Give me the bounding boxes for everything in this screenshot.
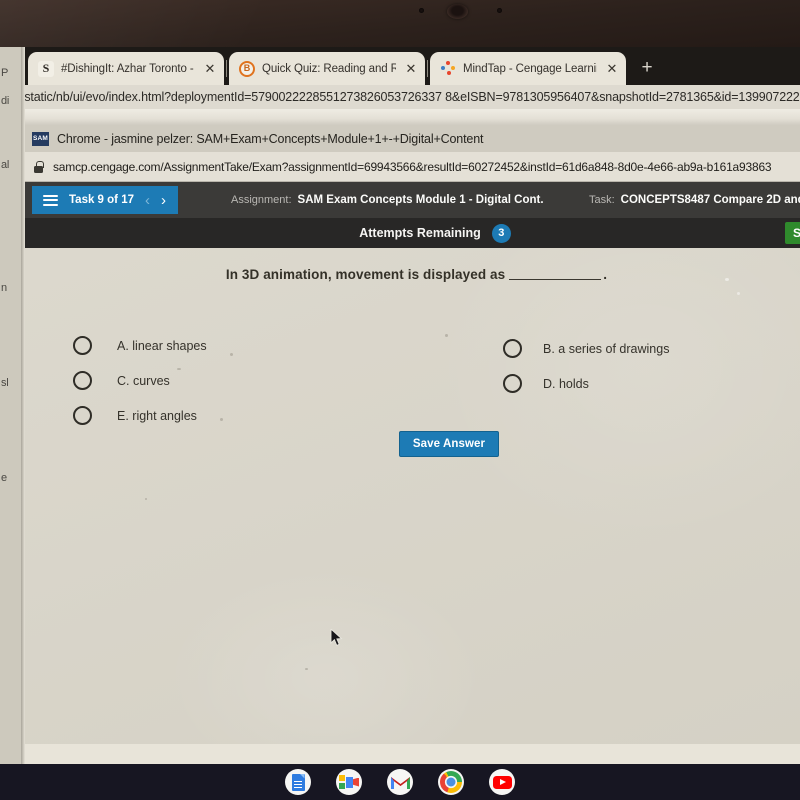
attempts-bar: Attempts Remaining 3 S [25,218,800,248]
bezel-glare [0,0,420,47]
close-icon[interactable]: ✕ [202,61,218,77]
background-fragment: P [1,67,9,79]
tab-title: MindTap - Cengage Learning [463,62,597,75]
window-titlebar[interactable]: SAM Chrome - jasmine pelzer: SAM+Exam+Co… [25,125,800,152]
question-period: . [603,267,608,282]
sam-app-icon: SAM [32,131,49,146]
mouse-cursor-icon [330,629,343,647]
taskbar-item-chrome[interactable] [438,769,464,795]
letter-s-favicon: S [38,60,54,77]
dust-speck [230,353,233,356]
background-fragment: sl [1,377,9,389]
answer-options-left-column: A. linear shapes C. curves E. right angl… [73,328,207,433]
radio-button-icon[interactable] [73,406,92,425]
webcam-sensor-right-icon [497,8,502,13]
chrome-browser-window: S #DishingIt: Azhar Toronto - STYL ✕ B Q… [25,47,800,764]
task-label: Task: [588,194,615,206]
answer-options-right-column: B. a series of drawings D. holds [503,331,669,401]
attempts-label: Attempts Remaining [359,226,481,240]
taskbar [0,764,800,800]
dust-speck [445,334,448,337]
radio-button-icon[interactable] [73,371,92,390]
dust-speck [220,418,223,421]
lock-icon [33,160,44,173]
webcam-icon [447,4,468,19]
tab-divider [427,60,428,77]
taskbar-item-google-meet[interactable] [336,769,362,795]
mindtap-favicon [440,60,456,77]
address-bar-url: samcp.cengage.com/AssignmentTake/Exam?as… [53,159,772,174]
task-navigation-pill[interactable]: Task 9 of 17 ‹ › [32,186,178,214]
browser-tab-dishingit[interactable]: S #DishingIt: Azhar Toronto - STYL ✕ [28,52,224,85]
answer-option-c[interactable]: C. curves [73,363,207,398]
answer-option-label: C. curves [117,373,170,388]
tab-title: Quick Quiz: Reading and Resour [262,62,396,75]
radio-button-icon[interactable] [503,339,522,358]
dust-speck [305,668,308,670]
background-window-url[interactable]: /static/nb/ui/evo/index.html?deploymentI… [25,85,800,109]
answer-option-e[interactable]: E. right angles [73,398,207,433]
assignment-name: SAM Exam Concepts Module 1 - Digital Con… [297,194,543,206]
screen-glare-overlay [25,248,800,744]
webcam-sensor-left-icon [419,8,424,13]
attempts-remaining: Attempts Remaining 3 [359,223,511,243]
answer-option-d[interactable]: D. holds [503,366,669,401]
close-icon[interactable]: ✕ [604,61,620,77]
background-fragment: di [1,95,10,107]
screen-area: P di al n sl e S #DishingIt: Azhar Toron… [0,47,800,764]
laptop-photo-frame: P di al n sl e S #DishingIt: Azhar Toron… [0,0,800,800]
radio-button-icon[interactable] [503,374,522,393]
background-fragment: al [1,159,10,171]
gmail-icon [390,775,410,789]
answer-option-label: E. right angles [117,408,197,423]
dust-speck [145,498,147,500]
window-chrome-gap [25,109,800,125]
answer-option-label: A. linear shapes [117,338,207,353]
taskbar-item-youtube[interactable] [489,769,515,795]
chevron-right-icon[interactable]: › [161,193,166,208]
google-meet-icon [339,774,359,790]
answer-option-label: B. a series of drawings [543,341,670,356]
browser-tab-quick-quiz[interactable]: B Quick Quiz: Reading and Resour ✕ [229,52,425,85]
background-window-strip[interactable]: P di al n sl e [0,47,21,764]
fill-in-blank [509,279,602,280]
answer-option-label: D. holds [543,376,589,391]
question-text: In 3D animation, movement is displayed a… [225,267,506,282]
save-answer-button[interactable]: Save Answer [399,431,499,457]
submit-button[interactable]: S [784,222,800,244]
glare-speck [737,292,740,295]
task-progress-label: Task 9 of 17 [69,194,134,206]
close-icon[interactable]: ✕ [403,61,419,77]
taskbar-item-google-docs[interactable] [285,769,311,795]
radio-button-icon[interactable] [73,336,92,355]
address-bar[interactable]: samcp.cengage.com/AssignmentTake/Exam?as… [25,152,800,182]
browser-tab-mindtap[interactable]: MindTap - Cengage Learning ✕ [430,52,626,85]
tab-title: #DishingIt: Azhar Toronto - STYL [61,62,195,75]
background-fragment: n [1,282,7,294]
hamburger-icon[interactable] [43,194,58,206]
chevron-left-icon[interactable]: ‹ [145,193,150,208]
tab-divider [226,60,227,77]
task-info: Task: CONCEPTS8487 Compare 2D and [589,194,800,206]
assignment-info: Assignment: SAM Exam Concepts Module 1 -… [231,194,543,206]
google-chrome-icon [440,771,462,793]
blackboard-favicon: B [239,60,255,77]
question-stem: In 3D animation, movement is displayed a… [25,267,800,282]
answer-option-b[interactable]: B. a series of drawings [503,331,669,366]
youtube-icon [492,775,512,789]
tab-strip: S #DishingIt: Azhar Toronto - STYL ✕ B Q… [25,47,800,85]
taskbar-item-gmail[interactable] [387,769,413,795]
window-title-text: Chrome - jasmine pelzer: SAM+Exam+Concep… [57,131,484,146]
task-name: CONCEPTS8487 Compare 2D and [620,194,800,206]
google-docs-icon [291,773,305,791]
assignment-label: Assignment: [231,194,292,206]
background-url-text: /static/nb/ui/evo/index.html?deploymentI… [25,90,800,104]
attempts-count-badge: 3 [491,223,511,243]
sam-app-header: Task 9 of 17 ‹ › Assignment: SAM Exam Co… [25,182,800,218]
laptop-bezel-top [0,0,800,47]
new-tab-button[interactable]: + [632,54,662,82]
background-fragment: e [1,472,7,484]
answer-option-a[interactable]: A. linear shapes [73,328,207,363]
question-panel: In 3D animation, movement is displayed a… [25,248,800,744]
